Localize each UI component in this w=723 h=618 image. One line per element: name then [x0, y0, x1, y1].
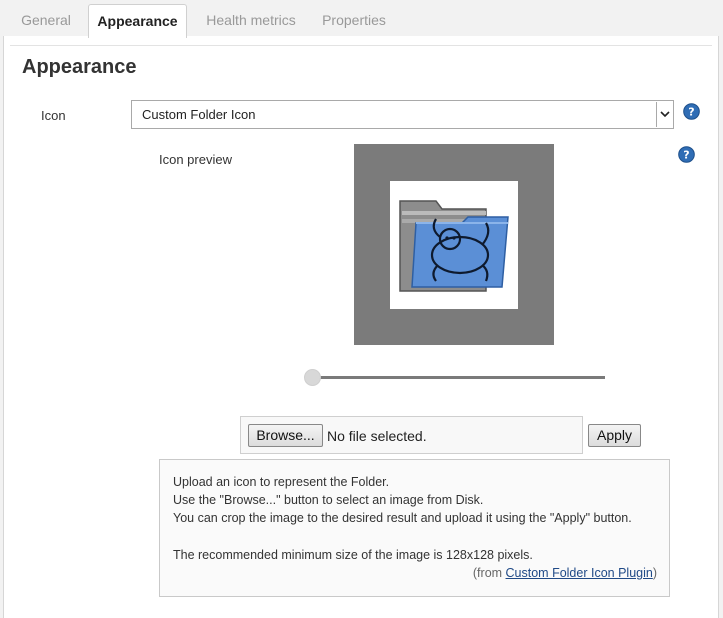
tab-appearance[interactable]: Appearance [88, 4, 187, 38]
divider [10, 45, 712, 46]
tab-general[interactable]: General [10, 4, 82, 37]
help-icon[interactable]: ? [683, 103, 700, 120]
file-status: No file selected. [327, 428, 427, 444]
svg-text:?: ? [688, 106, 694, 119]
icon-preview-label: Icon preview [159, 152, 232, 167]
tab-health-metrics[interactable]: Health metrics [196, 4, 306, 37]
help-text-line: Use the "Browse..." button to select an … [173, 493, 484, 507]
help-text-line: You can crop the image to the desired re… [173, 511, 632, 525]
icon-select-value: Custom Folder Icon [142, 107, 256, 122]
help-text-line: The recommended minimum size of the imag… [173, 548, 533, 562]
credit-prefix: (from [472, 566, 506, 580]
icon-label: Icon [41, 108, 66, 123]
icon-preview-area[interactable] [354, 144, 554, 345]
appearance-panel: Appearance Icon Custom Folder Icon ? Ico… [3, 36, 719, 618]
plugin-credit: (from Custom Folder Icon Plugin) [473, 566, 657, 580]
tab-bar: General Appearance Health metrics Proper… [0, 0, 723, 38]
svg-text:?: ? [683, 149, 689, 162]
browse-button[interactable]: Browse... [248, 424, 323, 447]
folder-sloth-icon [390, 181, 518, 309]
section-title: Appearance [22, 56, 137, 78]
apply-button[interactable]: Apply [588, 424, 641, 447]
zoom-slider[interactable] [306, 376, 605, 379]
icon-select[interactable]: Custom Folder Icon [131, 100, 674, 129]
tab-properties[interactable]: Properties [314, 4, 394, 37]
help-icon[interactable]: ? [678, 146, 695, 163]
zoom-slider-handle[interactable] [304, 369, 321, 386]
chevron-down-icon[interactable] [656, 102, 672, 127]
help-text-line: Upload an icon to represent the Folder. [173, 475, 390, 489]
help-text-box: Upload an icon to represent the Folder. … [159, 459, 670, 597]
credit-suffix: ) [652, 566, 657, 580]
file-upload-field: Browse... No file selected. [240, 416, 583, 454]
plugin-link[interactable]: Custom Folder Icon Plugin [506, 566, 653, 580]
